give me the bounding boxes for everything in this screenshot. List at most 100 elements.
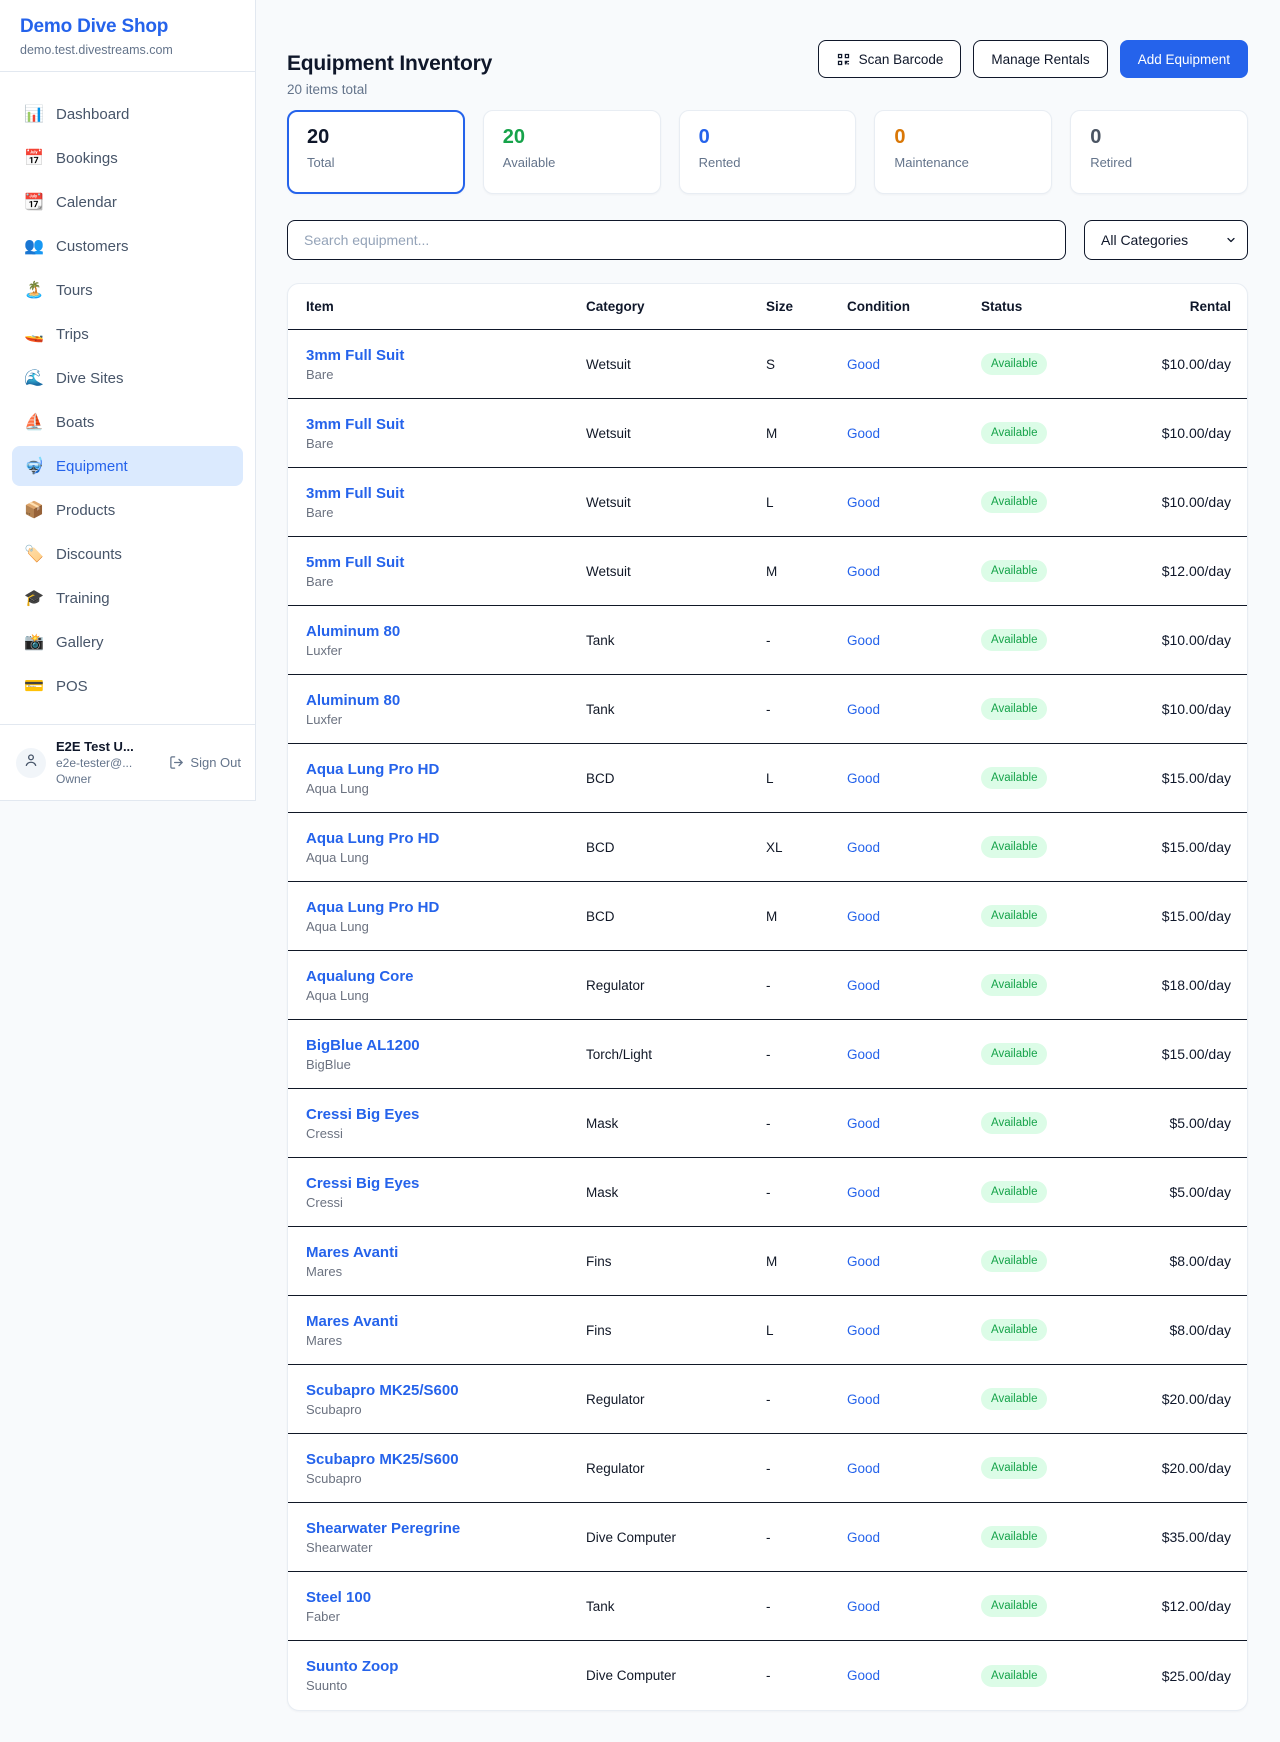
item-name-link[interactable]: 3mm Full Suit	[306, 347, 586, 364]
sidebar-item-label: Boats	[56, 414, 94, 431]
item-cell: Mares Avanti Mares	[306, 1313, 586, 1348]
item-name-link[interactable]: Aluminum 80	[306, 623, 586, 640]
sidebar-item-customers[interactable]: 👥 Customers	[12, 226, 243, 266]
condition-link[interactable]: Good	[847, 426, 981, 441]
item-brand: Mares	[306, 1264, 586, 1279]
condition-link[interactable]: Good	[847, 978, 981, 993]
manage-rentals-button[interactable]: Manage Rentals	[973, 40, 1107, 78]
condition-link[interactable]: Good	[847, 357, 981, 372]
item-name-link[interactable]: Steel 100	[306, 1589, 586, 1606]
condition-link[interactable]: Good	[847, 702, 981, 717]
sidebar-item-trips[interactable]: 🚤 Trips	[12, 314, 243, 354]
condition-link[interactable]: Good	[847, 1254, 981, 1269]
stat-value: 20	[503, 126, 641, 149]
condition-link[interactable]: Good	[847, 1530, 981, 1545]
item-name-link[interactable]: Cressi Big Eyes	[306, 1175, 586, 1192]
column-header-item: Item	[306, 299, 586, 314]
item-name-link[interactable]: 5mm Full Suit	[306, 554, 586, 571]
stat-card-rented[interactable]: 0 Rented	[679, 110, 857, 194]
item-name-link[interactable]: Aqua Lung Pro HD	[306, 899, 586, 916]
stat-card-available[interactable]: 20 Available	[483, 110, 661, 194]
sidebar-item-equipment[interactable]: 🤿 Equipment	[12, 446, 243, 486]
condition-link[interactable]: Good	[847, 633, 981, 648]
category-cell: Regulator	[586, 1392, 766, 1407]
rental-cell: $12.00/day	[1161, 1598, 1231, 1614]
item-name-link[interactable]: 3mm Full Suit	[306, 416, 586, 433]
item-cell: Aqua Lung Pro HD Aqua Lung	[306, 899, 586, 934]
sidebar-item-dive-sites[interactable]: 🌊 Dive Sites	[12, 358, 243, 398]
scan-barcode-button[interactable]: Scan Barcode	[818, 40, 962, 78]
stat-card-total[interactable]: 20 Total	[287, 110, 465, 194]
chevron-down-icon	[1225, 234, 1237, 246]
graduation-cap-icon: 🎓	[24, 588, 44, 608]
condition-link[interactable]: Good	[847, 909, 981, 924]
stat-card-retired[interactable]: 0 Retired	[1070, 110, 1248, 194]
stat-card-maintenance[interactable]: 0 Maintenance	[874, 110, 1052, 194]
item-name-link[interactable]: Aqua Lung Pro HD	[306, 830, 586, 847]
item-name-link[interactable]: Scubapro MK25/S600	[306, 1451, 586, 1468]
condition-link[interactable]: Good	[847, 1185, 981, 1200]
add-equipment-button[interactable]: Add Equipment	[1120, 40, 1248, 78]
item-cell: 5mm Full Suit Bare	[306, 554, 586, 589]
item-brand: Scubapro	[306, 1471, 586, 1486]
condition-link[interactable]: Good	[847, 1599, 981, 1614]
item-name-link[interactable]: Shearwater Peregrine	[306, 1520, 586, 1537]
item-name-link[interactable]: Aqua Lung Pro HD	[306, 761, 586, 778]
category-select[interactable]: All Categories	[1084, 220, 1248, 260]
status-badge: Available	[981, 974, 1047, 996]
item-name-link[interactable]: Cressi Big Eyes	[306, 1106, 586, 1123]
sidebar-item-training[interactable]: 🎓 Training	[12, 578, 243, 618]
category-cell: Wetsuit	[586, 357, 766, 372]
item-name-link[interactable]: 3mm Full Suit	[306, 485, 586, 502]
sidebar-item-tours[interactable]: 🏝️ Tours	[12, 270, 243, 310]
status-badge: Available	[981, 1595, 1047, 1617]
size-cell: L	[766, 1323, 847, 1338]
condition-link[interactable]: Good	[847, 1047, 981, 1062]
item-name-link[interactable]: Mares Avanti	[306, 1244, 586, 1261]
brand-name: Demo Dive Shop	[20, 16, 235, 38]
category-select-value: All Categories	[1101, 232, 1188, 248]
status-badge: Available	[981, 836, 1047, 858]
item-name-link[interactable]: Aqualung Core	[306, 968, 586, 985]
condition-link[interactable]: Good	[847, 771, 981, 786]
sidebar-item-products[interactable]: 📦 Products	[12, 490, 243, 530]
table-row: BigBlue AL1200 BigBlue Torch/Light - Goo…	[288, 1020, 1247, 1089]
sidebar-item-pos[interactable]: 💳 POS	[12, 666, 243, 706]
search-input[interactable]	[287, 220, 1066, 260]
sidebar-item-discounts[interactable]: 🏷️ Discounts	[12, 534, 243, 574]
status-cell: Available	[981, 1181, 1161, 1203]
condition-link[interactable]: Good	[847, 1323, 981, 1338]
size-cell: -	[766, 1185, 847, 1200]
status-cell: Available	[981, 560, 1161, 582]
sailboat-icon: ⛵	[24, 412, 44, 432]
size-cell: -	[766, 1047, 847, 1062]
condition-link[interactable]: Good	[847, 495, 981, 510]
table-body: 3mm Full Suit Bare Wetsuit S Good Availa…	[288, 330, 1247, 1710]
sidebar-item-calendar[interactable]: 📆 Calendar	[12, 182, 243, 222]
sidebar-item-dashboard[interactable]: 📊 Dashboard	[12, 94, 243, 134]
item-name-link[interactable]: BigBlue AL1200	[306, 1037, 586, 1054]
table-row: 3mm Full Suit Bare Wetsuit S Good Availa…	[288, 330, 1247, 399]
item-name-link[interactable]: Aluminum 80	[306, 692, 586, 709]
condition-link[interactable]: Good	[847, 1461, 981, 1476]
condition-link[interactable]: Good	[847, 1116, 981, 1131]
condition-link[interactable]: Good	[847, 840, 981, 855]
sidebar-item-boats[interactable]: ⛵ Boats	[12, 402, 243, 442]
sign-out-button[interactable]: Sign Out	[169, 755, 241, 770]
item-name-link[interactable]: Mares Avanti	[306, 1313, 586, 1330]
status-badge: Available	[981, 1250, 1047, 1272]
item-brand: Luxfer	[306, 643, 586, 658]
equipment-table: Item Category Size Condition Status Rent…	[287, 283, 1248, 1711]
sidebar-item-gallery[interactable]: 📸 Gallery	[12, 622, 243, 662]
condition-link[interactable]: Good	[847, 1668, 981, 1683]
item-name-link[interactable]: Scubapro MK25/S600	[306, 1382, 586, 1399]
item-cell: Aqua Lung Pro HD Aqua Lung	[306, 830, 586, 865]
sidebar-item-bookings[interactable]: 📅 Bookings	[12, 138, 243, 178]
item-name-link[interactable]: Suunto Zoop	[306, 1658, 586, 1675]
condition-link[interactable]: Good	[847, 1392, 981, 1407]
size-cell: -	[766, 702, 847, 717]
status-badge: Available	[981, 1319, 1047, 1341]
condition-link[interactable]: Good	[847, 564, 981, 579]
size-cell: -	[766, 1599, 847, 1614]
stat-label: Rented	[699, 155, 837, 170]
